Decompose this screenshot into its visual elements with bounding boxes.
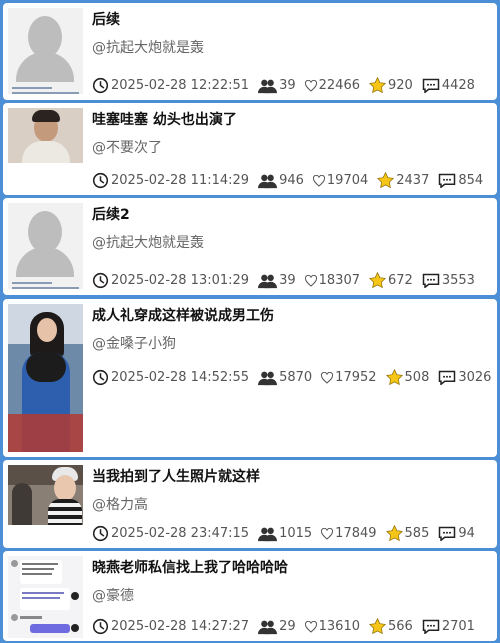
post-stars: 672: [387, 273, 413, 288]
post-likes: 17952: [335, 370, 377, 385]
post-card[interactable]: 哇塞哇塞 幼头也出演了 @不要次了 2025-02-28 11:14:29 94…: [3, 103, 497, 195]
post-likes: 18307: [318, 273, 360, 288]
post-views: 29: [279, 619, 296, 634]
people-icon: [258, 274, 278, 288]
post-title[interactable]: 后续2: [92, 204, 130, 224]
post-title[interactable]: 当我拍到了人生照片就这样: [92, 466, 260, 486]
post-meta: 2025-02-28 14:52:55 5870 17952 508 3026: [92, 369, 497, 386]
post-meta: 2025-02-28 11:14:29 946 19704 2437 854: [92, 172, 492, 189]
post-stars: 566: [387, 619, 413, 634]
post-card[interactable]: 后续 @抗起大炮就是轰 2025-02-28 12:22:51 39 22466…: [3, 3, 497, 100]
post-meta: 2025-02-28 12:22:51 39 22466 920 4428: [92, 77, 484, 94]
post-title[interactable]: 后续: [92, 9, 120, 29]
post-thumbnail[interactable]: [8, 108, 83, 163]
post-comments: 854: [458, 173, 484, 188]
post-date: 2025-02-28 11:14:29: [111, 173, 250, 188]
post-comments: 2701: [441, 619, 475, 634]
star-icon: [368, 272, 386, 289]
post-title[interactable]: 晓燕老师私信找上我了哈哈哈哈: [92, 557, 288, 577]
post-comments: 3553: [441, 273, 475, 288]
heart-icon: [304, 79, 317, 92]
people-icon: [258, 371, 278, 385]
post-views: 1015: [279, 526, 313, 541]
post-author[interactable]: @格力高: [92, 494, 148, 514]
post-date: 2025-02-28 14:27:27: [111, 619, 250, 634]
heart-icon: [321, 527, 334, 540]
post-thumbnail[interactable]: [8, 556, 83, 638]
post-author[interactable]: @抗起大炮就是轰: [92, 232, 204, 252]
post-author[interactable]: @不要次了: [92, 137, 162, 157]
post-likes: 13610: [318, 619, 360, 634]
heart-icon: [321, 371, 334, 384]
post-meta: 2025-02-28 13:01:29 39 18307 672 3553: [92, 272, 484, 289]
post-date: 2025-02-28 12:22:51: [111, 78, 250, 93]
post-stars: 2437: [396, 173, 430, 188]
post-date: 2025-02-28 23:47:15: [111, 526, 250, 541]
post-likes: 17849: [335, 526, 377, 541]
heart-icon: [304, 620, 317, 633]
post-likes: 22466: [318, 78, 360, 93]
clock-icon: [92, 172, 109, 189]
post-author[interactable]: @金嗓子小狗: [92, 333, 176, 353]
clock-icon: [92, 618, 109, 635]
post-author[interactable]: @豪德: [92, 585, 134, 605]
post-card[interactable]: 后续2 @抗起大炮就是轰 2025-02-28 13:01:29 39 1830…: [3, 198, 497, 295]
post-views: 5870: [279, 370, 313, 385]
comment-icon: [422, 273, 440, 288]
post-comments: 3026: [458, 370, 492, 385]
post-card[interactable]: 晓燕老师私信找上我了哈哈哈哈 @豪德 2025-02-28 14:27:27 2…: [3, 551, 497, 641]
post-title[interactable]: 成人礼穿成这样被说成男工伤: [92, 305, 274, 325]
star-icon: [368, 618, 386, 635]
post-views: 39: [279, 78, 296, 93]
comment-icon: [422, 78, 440, 93]
post-thumbnail[interactable]: [8, 465, 83, 525]
comment-icon: [422, 619, 440, 634]
post-thumbnail[interactable]: [8, 203, 83, 289]
people-icon: [258, 79, 278, 93]
star-icon: [385, 525, 403, 542]
post-card[interactable]: 当我拍到了人生照片就这样 @格力高 2025-02-28 23:47:15 10…: [3, 460, 497, 548]
post-stars: 508: [404, 370, 430, 385]
post-date: 2025-02-28 13:01:29: [111, 273, 250, 288]
post-comments: 94: [458, 526, 475, 541]
post-card[interactable]: 成人礼穿成这样被说成男工伤 @金嗓子小狗 2025-02-28 14:52:55…: [3, 299, 497, 457]
star-icon: [385, 369, 403, 386]
people-icon: [258, 174, 278, 188]
post-thumbnail[interactable]: [8, 304, 83, 452]
people-icon: [258, 620, 278, 634]
heart-icon: [304, 274, 317, 287]
post-views: 39: [279, 273, 296, 288]
post-stars: 585: [404, 526, 430, 541]
post-thumbnail[interactable]: [8, 8, 83, 94]
people-icon: [258, 527, 278, 541]
post-title[interactable]: 哇塞哇塞 幼头也出演了: [92, 109, 237, 129]
heart-icon: [312, 174, 325, 187]
clock-icon: [92, 525, 109, 542]
post-views: 946: [279, 173, 304, 188]
post-stars: 920: [387, 78, 413, 93]
star-icon: [368, 77, 386, 94]
comment-icon: [439, 526, 456, 541]
post-likes: 19704: [326, 173, 369, 188]
post-meta: 2025-02-28 14:27:27 29 13610 566 2701: [92, 618, 484, 635]
post-meta: 2025-02-28 23:47:15 1015 17849 585 94: [92, 525, 484, 542]
comment-icon: [439, 370, 456, 385]
post-date: 2025-02-28 14:52:55: [111, 370, 250, 385]
clock-icon: [92, 272, 109, 289]
clock-icon: [92, 369, 109, 386]
clock-icon: [92, 77, 109, 94]
post-comments: 4428: [441, 78, 475, 93]
post-author[interactable]: @抗起大炮就是轰: [92, 37, 204, 57]
comment-icon: [439, 173, 456, 188]
star-icon: [377, 172, 395, 189]
